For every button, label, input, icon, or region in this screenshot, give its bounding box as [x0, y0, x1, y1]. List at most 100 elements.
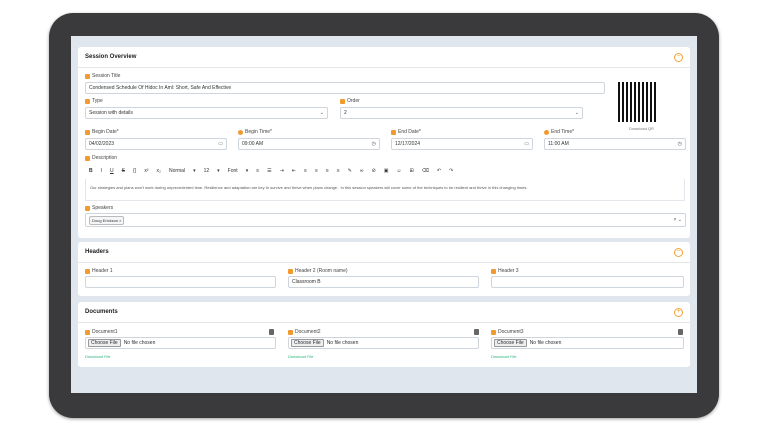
font-size-select[interactable]: 12	[204, 168, 210, 174]
begin-date-label: Begin Date*	[85, 129, 119, 135]
session-overview-panel: Session Overview − Session Title Condens…	[78, 47, 690, 238]
download-file-link[interactable]: Download File	[491, 354, 516, 359]
headers-panel-header: Headers −	[78, 242, 690, 263]
list-ordered-icon[interactable]: ≡	[256, 168, 259, 174]
header3-label: Header 3	[491, 268, 519, 274]
clock-icon	[544, 129, 549, 135]
header2-label: Header 2 (Room name)	[288, 268, 348, 274]
end-time-label-text: End Time*	[551, 129, 575, 135]
document-icon	[491, 329, 496, 335]
session-title-field[interactable]: Condensed Schedule Of Hidoc In Aml: Shor…	[85, 82, 605, 94]
paragraph-style-select[interactable]: Normal	[169, 168, 185, 174]
speaker-chip[interactable]: Doug Erickson ×	[89, 215, 125, 225]
align-right-icon[interactable]: ≡	[326, 168, 329, 174]
font-family-select[interactable]: Font	[228, 168, 238, 174]
end-date-label: End Date*	[391, 129, 421, 135]
begin-time-field[interactable]: 09:00 AM ◷	[238, 138, 380, 150]
order-select[interactable]: 2 ⌄	[340, 107, 583, 119]
file-status: No file chosen	[326, 340, 359, 346]
download-file-link[interactable]: Download File	[288, 354, 313, 359]
panel-title: Documents	[85, 309, 118, 315]
pen-icon[interactable]: ✎	[348, 168, 352, 174]
italic-button[interactable]: I	[101, 168, 102, 174]
align-justify-icon[interactable]: ≡	[337, 168, 340, 174]
choose-file-button[interactable]: Choose File	[88, 339, 121, 347]
undo-icon[interactable]: ↶	[437, 168, 441, 174]
calendar-icon: ▭	[524, 141, 529, 147]
documents-panel: Documents + Document1 Choose File No fil…	[78, 302, 690, 367]
order-label-text: Order	[347, 98, 360, 104]
header3-label-text: Header 3	[498, 268, 519, 274]
end-time-field[interactable]: 11:00 AM ◷	[544, 138, 686, 150]
document3-label-text: Document3	[498, 329, 524, 335]
type-value: Session with details	[89, 110, 133, 116]
type-icon	[85, 98, 90, 104]
header-icon	[85, 268, 90, 274]
qr-code	[618, 82, 658, 122]
header-icon	[491, 268, 496, 274]
underline-button[interactable]: U	[110, 168, 114, 174]
speaker-chip-text: Doug Erickson	[92, 217, 119, 223]
document2-label-text: Document2	[295, 329, 321, 335]
panel-title: Headers	[85, 249, 109, 255]
document-icon	[85, 329, 90, 335]
download-qr-link[interactable]: Download QR	[629, 126, 654, 131]
document1-label: Document1	[85, 329, 118, 335]
collapse-icon[interactable]: −	[674, 52, 683, 62]
header2-field[interactable]: Classroom B	[288, 276, 479, 288]
table-icon[interactable]: ⊞	[410, 168, 414, 174]
link-icon[interactable]: ∞	[360, 168, 364, 174]
indent-icon[interactable]: ⇥	[280, 168, 284, 174]
description-text: Our strategies and plans won't work duri…	[90, 185, 528, 190]
header1-label-text: Header 1	[92, 268, 113, 274]
chevron-down-icon: ⌄	[574, 110, 579, 116]
document1-label-text: Document1	[92, 329, 118, 335]
speakers-label: Speakers	[85, 205, 113, 211]
emoji-icon[interactable]: ☺	[396, 168, 401, 174]
order-value: 2	[344, 110, 347, 116]
trash-icon[interactable]	[678, 329, 683, 335]
unlink-icon[interactable]: ⊘	[371, 168, 375, 174]
chevron-down-icon: × ⌄	[673, 217, 683, 223]
subscript-button[interactable]: x₂	[157, 168, 161, 174]
image-icon[interactable]: ▣	[384, 168, 389, 174]
expand-icon[interactable]: +	[674, 307, 683, 317]
choose-file-button[interactable]: Choose File	[494, 339, 527, 347]
header1-field[interactable]	[85, 276, 276, 288]
bold-button[interactable]: B	[89, 168, 93, 174]
begin-date-field[interactable]: 04/02/2023 ▭	[85, 138, 227, 150]
speakers-icon	[85, 205, 90, 211]
document1-file-input[interactable]: Choose File No file chosen	[85, 337, 276, 349]
strike-button[interactable]: S	[122, 168, 125, 174]
description-editor[interactable]: Our strategies and plans won't work duri…	[85, 179, 685, 201]
end-time-label: End Time*	[544, 129, 574, 135]
outdent-icon[interactable]: ⇤	[292, 168, 296, 174]
choose-file-button[interactable]: Choose File	[291, 339, 324, 347]
trash-icon[interactable]	[269, 329, 274, 335]
type-select[interactable]: Session with details ⌄	[85, 107, 328, 119]
speakers-multiselect[interactable]: Doug Erickson × × ⌄	[85, 213, 686, 227]
headers-panel: Headers − Header 1 Header 2 (Room name) …	[78, 242, 690, 296]
download-file-link[interactable]: Download File	[85, 354, 110, 359]
superscript-button[interactable]: x²	[144, 168, 148, 174]
end-date-field[interactable]: 12/17/2024 ▭	[391, 138, 533, 150]
align-center-icon[interactable]: ≡	[315, 168, 318, 174]
code-button[interactable]: {}	[133, 168, 136, 174]
redo-icon[interactable]: ↷	[449, 168, 453, 174]
eraser-icon[interactable]: ⌫	[422, 168, 429, 174]
order-icon	[340, 98, 345, 104]
end-date-label-text: End Date*	[398, 129, 421, 135]
header3-field[interactable]	[491, 276, 684, 288]
list-bullet-icon[interactable]: ☰	[267, 168, 271, 174]
clock-icon: ◷	[677, 141, 682, 147]
document2-file-input[interactable]: Choose File No file chosen	[288, 337, 479, 349]
document3-file-input[interactable]: Choose File No file chosen	[491, 337, 684, 349]
type-label: Type	[85, 98, 103, 104]
align-left-icon[interactable]: ≡	[304, 168, 307, 174]
session-overview-header: Session Overview −	[78, 47, 690, 68]
trash-icon[interactable]	[474, 329, 479, 335]
begin-time-value: 09:00 AM	[242, 141, 264, 147]
header1-label: Header 1	[85, 268, 113, 274]
collapse-icon[interactable]: −	[674, 247, 683, 257]
speakers-label-text: Speakers	[92, 205, 114, 211]
